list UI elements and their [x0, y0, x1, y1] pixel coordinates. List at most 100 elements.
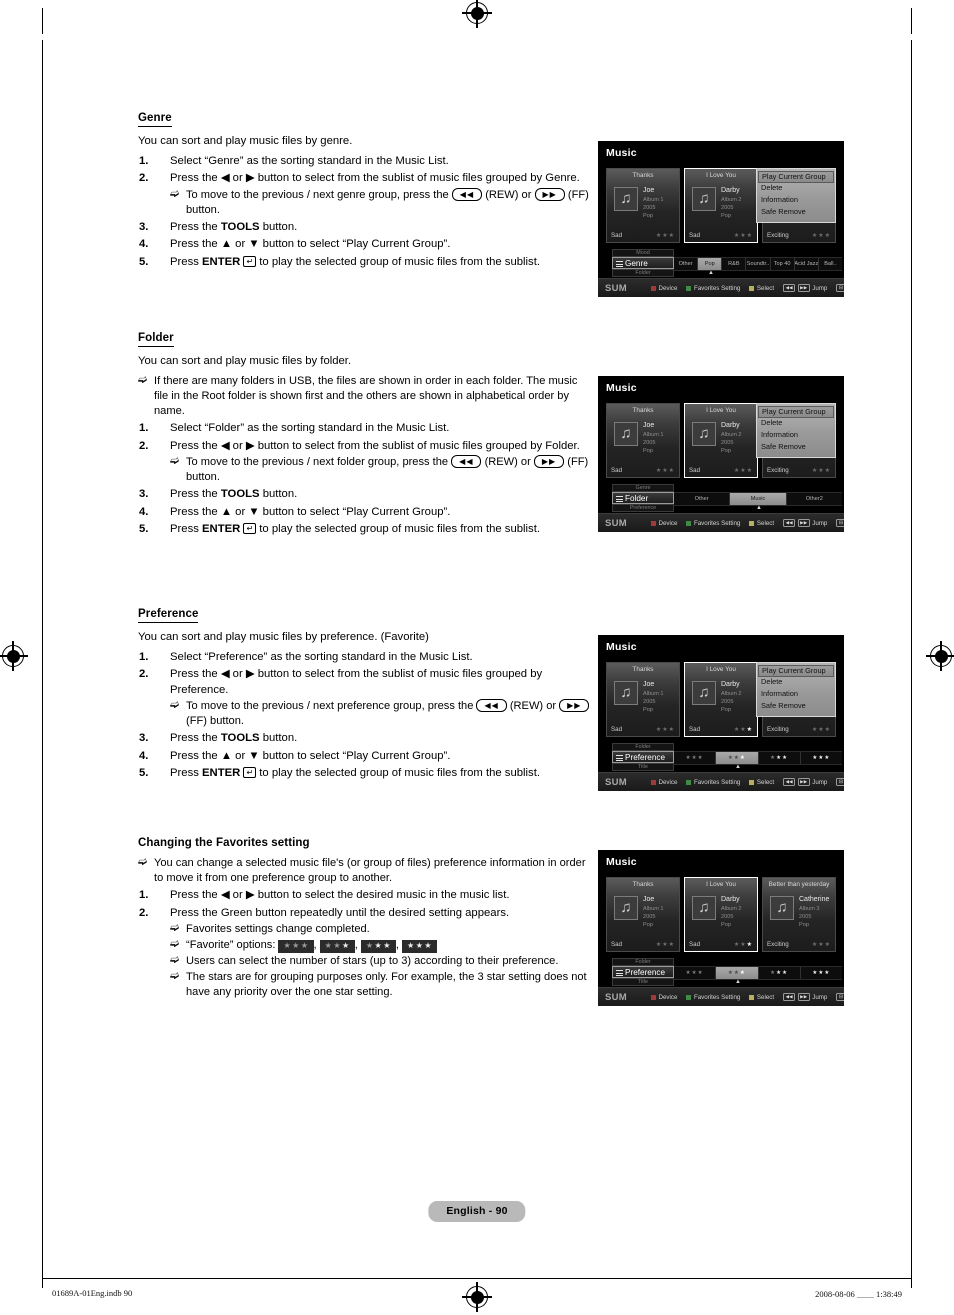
music-card[interactable]: I Love You ♫ Darby Album 2 2005 Pop Sad ★★★ [684, 877, 758, 952]
tools-menu-item[interactable]: Safe Remove [757, 207, 835, 219]
sort-standard-picker[interactable]: Folder Preference Title [612, 958, 674, 986]
help-bar-item[interactable]: ⊟Option [836, 518, 844, 528]
tools-menu-item[interactable]: Safe Remove [757, 701, 835, 713]
note-text: The stars are for grouping purposes only… [186, 971, 587, 999]
sublist-cell[interactable]: Other [674, 493, 731, 505]
sublist-cell[interactable]: ★★★ [674, 752, 717, 764]
step-item: 2. Press the Green button repeatedly unti… [138, 906, 593, 1001]
sublist-cell[interactable]: ★★★ [759, 752, 801, 764]
sublist-cell[interactable]: Acid Jazz [795, 258, 819, 270]
sublist-strip[interactable]: Other Music Other2 [674, 492, 842, 506]
tools-button-label: TOOLS [220, 732, 260, 745]
sublist-cell[interactable]: ★★★ [801, 967, 842, 979]
tools-popup-menu[interactable]: Play Current Group Delete Information Safe … [756, 168, 836, 223]
sublist-cell[interactable]: ★★★ [759, 967, 801, 979]
sublist-cell[interactable]: R&B [722, 258, 747, 270]
music-card[interactable]: I Love You ♫ Darby Album 2 2005 Pop Sad ★★★ [684, 662, 758, 737]
music-card[interactable]: I Love You ♫ Darby Album 2 2005 Pop Sad ★★★ [684, 403, 758, 478]
help-bar-item[interactable]: Select [749, 520, 774, 527]
sublist-strip[interactable]: ★★★ ★★★ ★★★ ★★★ [674, 966, 842, 980]
tools-popup-menu[interactable]: Play Current Group Delete Information Safe … [756, 403, 836, 458]
music-card[interactable]: Thanks ♫ Joe Album 1 2005 Pop Sad ★★★ [606, 877, 680, 952]
tools-menu-item[interactable]: Play Current Group [758, 406, 834, 418]
sublist-cell[interactable]: Music [730, 493, 787, 505]
sublist-cell[interactable]: Other2 [787, 493, 842, 505]
tools-menu-item[interactable]: Delete [757, 183, 835, 195]
tools-menu-item[interactable]: Play Current Group [758, 171, 834, 183]
sort-option-previous[interactable]: Mood [612, 249, 674, 257]
star-rating: ★★★ [727, 755, 746, 761]
music-card[interactable]: Thanks ♫ Joe Album 1 2005 Pop Sad ★★★ [606, 662, 680, 737]
sort-option-previous[interactable]: Genre [612, 484, 674, 492]
sort-option-next[interactable]: Preference [612, 504, 674, 512]
help-bar-item[interactable]: Select [749, 285, 774, 292]
music-card[interactable]: I Love You ♫ Darby Album 2 2005 Pop Sad ★★★ [684, 168, 758, 243]
help-bar-item[interactable]: ◀◀ ▶▶ Jump [783, 778, 827, 786]
tools-menu-item[interactable]: Play Current Group [758, 665, 834, 677]
help-bar-item[interactable]: ◀◀ ▶▶ Jump [783, 519, 827, 527]
star-rating: ★★★ [685, 755, 704, 761]
sublist-strip[interactable]: Other Pop R&B Soundtr.. Top 40 Acid Jazz Ball.… [674, 257, 842, 271]
sublist-cell[interactable]: ★★★ [801, 752, 842, 764]
sort-option-next[interactable]: Title [612, 978, 674, 986]
help-bar-item[interactable]: Favorites Setting [686, 779, 740, 786]
star-rating: ★★★ [811, 942, 831, 948]
tools-menu-item[interactable]: Delete [757, 418, 835, 430]
tools-menu-item[interactable]: Delete [757, 677, 835, 689]
music-card[interactable]: Thanks ♫ Joe Album 1 2005 Pop Sad ★★★ [606, 168, 680, 243]
note-bullet-icon: ➫ [170, 187, 180, 200]
help-bar-item[interactable]: ◀◀ ▶▶ Jump [783, 993, 827, 1001]
sort-option-current[interactable]: Folder [612, 492, 674, 504]
step-text: Select “Genre” as the sorting standard i… [170, 155, 449, 168]
music-album: Album 2 [721, 905, 742, 912]
note-text: You can change a selected music file's (… [154, 857, 586, 885]
sort-option-current[interactable]: Genre [612, 257, 674, 269]
sublist-cell[interactable]: Other [674, 258, 699, 270]
help-bar-item[interactable]: Device [651, 520, 677, 527]
help-bar-item[interactable]: Favorites Setting [686, 285, 740, 292]
help-bar-label: Jump [812, 284, 828, 292]
sort-standard-picker[interactable]: Genre Folder Preference [612, 484, 674, 512]
sort-standard-picker[interactable]: Mood Genre Folder [612, 249, 674, 277]
help-bar-item[interactable]: Favorites Setting [686, 994, 740, 1001]
sublist-cell[interactable]: Soundtr.. [746, 258, 771, 270]
help-bar-item[interactable]: ⊟Option [836, 992, 844, 1002]
sublist-cell[interactable]: Top 40 [771, 258, 795, 270]
tools-popup-menu[interactable]: Play Current Group Delete Information Safe … [756, 662, 836, 717]
step-text: Press [170, 522, 203, 535]
step-number: 1. [139, 422, 149, 435]
tools-menu-item[interactable]: Information [757, 195, 835, 207]
help-bar-item[interactable]: ⊟Option [836, 283, 844, 293]
sort-option-previous[interactable]: Folder [612, 958, 674, 966]
help-bar-item[interactable]: Device [651, 285, 677, 292]
help-bar-item[interactable]: Device [651, 994, 677, 1001]
help-bar-item[interactable]: ⊟Option [836, 777, 844, 787]
tools-menu-item[interactable]: Information [757, 430, 835, 442]
note-bullet-icon: ➫ [170, 455, 180, 468]
help-bar: SUM Device Favorites Setting Select ◀◀ ▶▶ Jump… [598, 772, 844, 791]
sublist-cell[interactable]: Pop [698, 258, 723, 270]
sublist-cell[interactable]: ★★★ [716, 752, 759, 764]
help-bar-item[interactable]: Favorites Setting [686, 520, 740, 527]
help-bar-item[interactable]: Select [749, 994, 774, 1001]
tools-menu-item[interactable]: Safe Remove [757, 442, 835, 454]
star-rating: ★★★ [727, 970, 746, 976]
sort-option-next[interactable]: Title [612, 763, 674, 771]
help-bar-item[interactable]: Select [749, 779, 774, 786]
help-bar-item[interactable]: Device [651, 779, 677, 786]
sort-option-previous[interactable]: Folder [612, 743, 674, 751]
help-bar-item[interactable]: ◀◀ ▶▶ Jump [783, 284, 827, 292]
sublist-cell[interactable]: Ball.. [819, 258, 842, 270]
step-text: Press the ◀ or ▶ button to select from t… [170, 439, 580, 452]
sublist-cell[interactable]: ★★★ [716, 967, 759, 979]
tools-menu-item[interactable]: Information [757, 689, 835, 701]
sort-option-current[interactable]: Preference [612, 751, 674, 763]
sort-standard-picker[interactable]: Folder Preference Title [612, 743, 674, 771]
sublist-strip[interactable]: ★★★ ★★★ ★★★ ★★★ [674, 751, 842, 765]
sort-option-next[interactable]: Folder [612, 269, 674, 277]
sort-option-current[interactable]: Preference [612, 966, 674, 978]
music-card[interactable]: Thanks ♫ Joe Album 1 2005 Pop Sad ★★★ [606, 403, 680, 478]
favorite-option-chip: ★★★ [360, 939, 396, 953]
sublist-cell[interactable]: ★★★ [674, 967, 717, 979]
music-card[interactable]: Better than yesterday ♫ Catherine Album 3 20… [762, 877, 836, 952]
